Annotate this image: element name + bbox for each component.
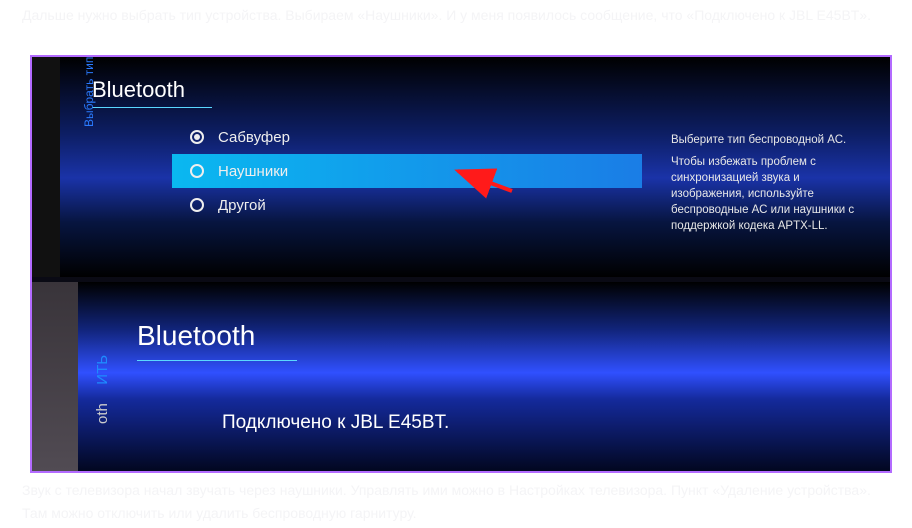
side-tabs: Выбрать тип АС Bluetooth [82, 57, 96, 127]
screen-title: Bluetooth [92, 77, 185, 103]
device-type-list: Сабвуфер Наушники Другой [172, 120, 642, 222]
option-subwoofer[interactable]: Сабвуфер [172, 120, 642, 154]
radio-icon [190, 198, 204, 212]
tv-screen-connected: Bluetooth oth ИТЬ Подключено к JBL E45BT… [32, 282, 890, 471]
connection-status: Подключено к JBL E45BT. [222, 412, 449, 434]
side-tabs-partial: oth ИТЬ [94, 355, 112, 424]
help-panel: Выберите тип беспроводной АС. Чтобы избе… [671, 132, 866, 235]
help-title: Выберите тип беспроводной АС. [671, 132, 866, 148]
tv-bezel [32, 282, 78, 471]
context-text-top: Дальше нужно выбрать тип устройства. Выб… [0, 0, 912, 30]
side-tab-selected[interactable]: Выбрать тип АС [82, 57, 96, 127]
radio-icon [190, 164, 204, 178]
option-label: Наушники [218, 163, 288, 180]
tv-screen-choose-type: Bluetooth Выбрать тип АС Bluetooth Сабву… [32, 57, 890, 277]
screen-title: Bluetooth [137, 320, 255, 352]
screenshot-frame: Bluetooth Выбрать тип АС Bluetooth Сабву… [30, 55, 892, 473]
title-underline [137, 360, 297, 361]
option-other[interactable]: Другой [172, 188, 642, 222]
side-tab-fragment-a: oth [94, 403, 111, 424]
option-label: Сабвуфер [218, 129, 290, 146]
option-label: Другой [218, 197, 266, 214]
side-tab-fragment-b: ИТЬ [94, 355, 111, 385]
context-text-bottom: Звук с телевизора начал звучать через на… [0, 475, 912, 528]
title-underline [92, 107, 212, 108]
radio-icon [190, 130, 204, 144]
option-headphones[interactable]: Наушники [172, 154, 642, 188]
help-body: Чтобы избежать проблем с синхронизацией … [671, 154, 866, 234]
tv-bezel [32, 57, 60, 277]
